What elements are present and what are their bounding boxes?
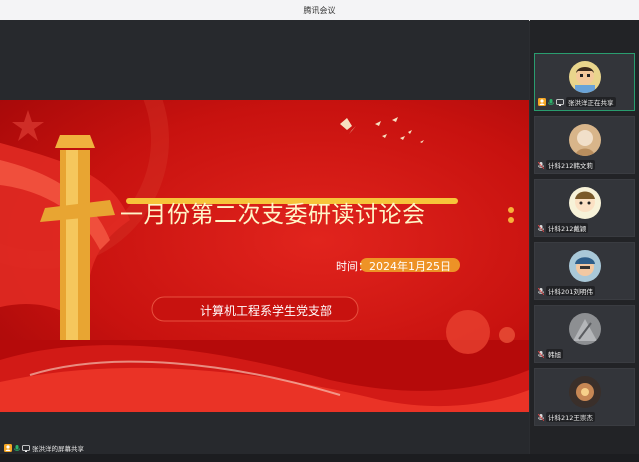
microphone-icon (14, 444, 20, 451)
participant-list: 张洪洋正在共享 计科212韩文莉 计科212戴颖 计科201刘明伟 韩旭 计科2… (530, 20, 639, 454)
screen-share-indicator: 张洪洋的屏幕共享 (0, 441, 124, 455)
bottom-edge (0, 454, 639, 462)
participant-tile[interactable]: 计科201刘明伟 (534, 242, 635, 300)
shared-screen-area[interactable]: 一月份第二次支委研读讨论会 时间：2024年1月25日 计算机工程系学生党支部 (0, 20, 529, 454)
presentation-slide: 一月份第二次支委研读讨论会 时间：2024年1月25日 计算机工程系学生党支部 (0, 100, 529, 412)
participant-name: 计科212王崇杰 (546, 412, 595, 422)
title-bar: 腾讯会议 (0, 0, 639, 21)
slide-date: 时间：2024年1月25日 (336, 260, 451, 273)
microphone-muted-icon (538, 224, 544, 232)
microphone-icon (548, 98, 554, 105)
slide-background (0, 100, 529, 412)
window-title: 腾讯会议 (303, 5, 336, 15)
participant-tile[interactable]: 计科212韩文莉 (534, 116, 635, 174)
photo-avatar (569, 376, 601, 408)
photo-avatar (569, 124, 601, 156)
slide-title: 一月份第二次支委研读讨论会 (120, 202, 426, 228)
participant-tile[interactable]: 张洪洋正在共享 (534, 53, 635, 111)
microphone-muted-icon (538, 287, 544, 295)
slide-organization: 计算机工程系学生党支部 (200, 304, 333, 318)
participant-name: 张洪洋正在共享 (566, 97, 616, 107)
participant-tile[interactable]: 韩旭 (534, 305, 635, 363)
participant-name: 韩旭 (546, 349, 563, 359)
share-label: 张洪洋的屏幕共享 (32, 445, 84, 453)
participant-tile[interactable]: 计科212戴颖 (534, 179, 635, 237)
microphone-muted-icon (538, 350, 544, 358)
cartoon-face-avatar (569, 187, 601, 219)
screen-share-icon (556, 98, 564, 106)
participant-tile[interactable]: 计科212王崇杰 (534, 368, 635, 426)
user-icon (4, 444, 12, 452)
screen-share-icon (22, 444, 30, 452)
participant-name: 计科212戴颖 (546, 223, 589, 233)
microphone-muted-icon (538, 413, 544, 421)
cartoon-worker-avatar (569, 250, 601, 282)
user-icon (538, 98, 546, 106)
photo-avatar (569, 313, 601, 345)
participant-name: 计科212韩文莉 (546, 160, 595, 170)
microphone-muted-icon (538, 161, 544, 169)
participant-name: 计科201刘明伟 (546, 286, 595, 296)
cartoon-boy-avatar (569, 61, 601, 93)
